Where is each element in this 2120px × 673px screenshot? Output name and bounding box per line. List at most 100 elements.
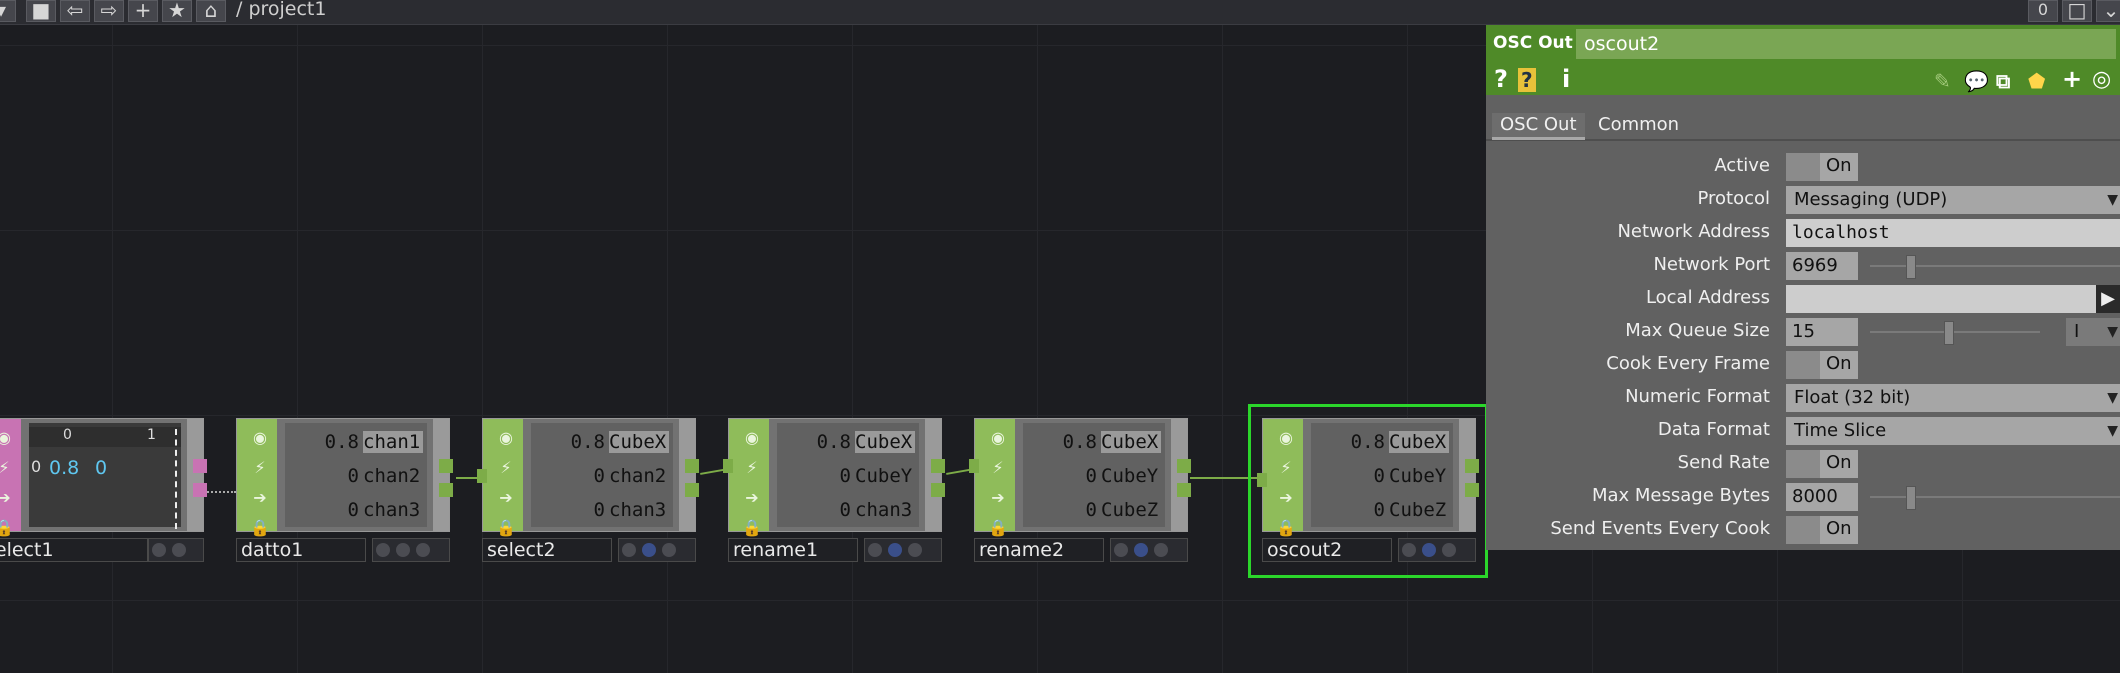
- add-icon[interactable]: +: [2062, 65, 2082, 93]
- viewer-icon[interactable]: ◉: [0, 427, 15, 449]
- clone-icon[interactable]: ⧉: [1996, 69, 2010, 93]
- node-rename1[interactable]: ◉ ⚡ ➔ 🔒 0.8 CubeX 0 CubeY 0 chan3 rename1: [723, 418, 945, 564]
- flag-icon[interactable]: [152, 543, 166, 557]
- node-name-label[interactable]: select2: [482, 538, 612, 562]
- pencil-icon[interactable]: ✎: [1934, 69, 1951, 93]
- output-port[interactable]: [685, 459, 699, 473]
- node-body[interactable]: ◉ ⚡ ➔ 🔒 0 1 0 0.8 0: [0, 418, 207, 537]
- protocol-menu[interactable]: Messaging (UDP) ▼: [1786, 186, 2120, 214]
- flag-icon[interactable]: [622, 543, 636, 557]
- send-rate-toggle[interactable]: On: [1786, 450, 1858, 478]
- forward-arrow-icon[interactable]: ⇨: [94, 0, 124, 22]
- node-rename2[interactable]: ◉ ⚡ ➔ 🔒 0.8 CubeX 0 CubeY 0 CubeZ rename2: [969, 418, 1191, 564]
- network-port-slider[interactable]: [1870, 255, 2120, 279]
- home-icon[interactable]: ⌂: [196, 0, 226, 22]
- input-port[interactable]: [723, 459, 733, 473]
- input-port[interactable]: [969, 459, 979, 473]
- lock-icon[interactable]: 🔒: [249, 517, 271, 539]
- target-icon[interactable]: ◎: [2092, 67, 2111, 92]
- back-arrow-icon[interactable]: ⇦: [60, 0, 90, 22]
- node-body[interactable]: ◉ ⚡ ➔ 🔒 0.8 CubeX 0 CubeY 0 chan3: [723, 418, 945, 537]
- max-message-bytes-slider[interactable]: [1870, 486, 2120, 510]
- data-format-menu[interactable]: Time Slice ▼: [1786, 417, 2120, 445]
- lock-icon[interactable]: 🔒: [495, 517, 517, 539]
- bypass-icon[interactable]: ⚡: [495, 457, 517, 479]
- collapse-icon[interactable]: ⌄: [2096, 0, 2120, 22]
- flag-icon[interactable]: [908, 543, 922, 557]
- network-address-field[interactable]: localhost: [1786, 219, 2120, 247]
- comment-icon[interactable]: 💬: [1964, 69, 1989, 93]
- max-queue-size-slider[interactable]: [1870, 321, 2040, 345]
- bypass-icon[interactable]: ⚡: [987, 457, 1009, 479]
- viewer-icon[interactable]: ◉: [249, 427, 271, 449]
- send-events-every-cook-toggle[interactable]: On: [1786, 516, 1858, 544]
- arrow-icon[interactable]: ➔: [249, 487, 271, 509]
- output-port[interactable]: [685, 483, 699, 497]
- arrow-icon[interactable]: ➔: [0, 487, 15, 509]
- max-message-bytes-field[interactable]: 8000: [1786, 483, 1858, 511]
- python-help-icon[interactable]: ?: [1518, 68, 1536, 92]
- node-body[interactable]: ◉ ⚡ ➔ 🔒 0.8 CubeX 0 chan2 0 chan3: [477, 418, 699, 537]
- python-icon[interactable]: ⬟: [2028, 69, 2045, 93]
- arrow-icon[interactable]: ➔: [987, 487, 1009, 509]
- output-port[interactable]: [193, 483, 207, 497]
- output-port[interactable]: [1177, 459, 1191, 473]
- operator-name-field[interactable]: oscout2: [1576, 29, 2116, 59]
- network-path[interactable]: / project1: [236, 0, 326, 19]
- output-port[interactable]: [439, 483, 453, 497]
- output-port[interactable]: [439, 459, 453, 473]
- node-select1[interactable]: ◉ ⚡ ➔ 🔒 0 1 0 0.8 0 select1: [0, 418, 207, 564]
- node-name-label[interactable]: rename2: [974, 538, 1104, 562]
- output-port[interactable]: [193, 459, 207, 473]
- active-toggle[interactable]: On: [1786, 153, 1858, 181]
- flag-icon[interactable]: [868, 543, 882, 557]
- network-port-field[interactable]: 6969: [1786, 252, 1858, 280]
- node-name-label[interactable]: rename1: [728, 538, 858, 562]
- max-queue-size-field[interactable]: 15: [1786, 318, 1858, 346]
- node-name-label[interactable]: datto1: [236, 538, 366, 562]
- flag-icon[interactable]: [1154, 543, 1168, 557]
- node-name-label[interactable]: select1: [0, 538, 148, 562]
- maximize-icon[interactable]: □: [2062, 0, 2092, 22]
- cook-every-frame-toggle[interactable]: On: [1786, 351, 1858, 379]
- play-arrow-icon[interactable]: ▶: [2096, 285, 2120, 313]
- bypass-icon[interactable]: ⚡: [0, 457, 15, 479]
- stop-icon[interactable]: ■: [26, 0, 56, 22]
- add-icon[interactable]: +: [128, 0, 158, 22]
- node-body[interactable]: ◉ ⚡ ➔ 🔒 0.8 chan1 0 chan2 0 chan3: [236, 418, 453, 537]
- tab-osc-out[interactable]: OSC Out: [1492, 113, 1585, 140]
- arrow-icon[interactable]: ➔: [741, 487, 763, 509]
- input-port[interactable]: [477, 469, 487, 483]
- help-icon[interactable]: ?: [1494, 65, 1508, 93]
- node-datto1[interactable]: ◉ ⚡ ➔ 🔒 0.8 chan1 0 chan2 0 chan3 datto1: [236, 418, 453, 564]
- output-port[interactable]: [1177, 483, 1191, 497]
- flag-icon[interactable]: [662, 543, 676, 557]
- info-icon[interactable]: i: [1562, 65, 1570, 93]
- flag-icon[interactable]: [888, 543, 902, 557]
- lock-icon[interactable]: 🔒: [0, 517, 15, 539]
- flag-icon[interactable]: [396, 543, 410, 557]
- flag-icon[interactable]: [1114, 543, 1128, 557]
- numeric-format-menu[interactable]: Float (32 bit) ▼: [1786, 384, 2120, 412]
- viewer-icon[interactable]: ◉: [987, 427, 1009, 449]
- node-body[interactable]: ◉ ⚡ ➔ 🔒 0.8 CubeX 0 CubeY 0 CubeZ: [969, 418, 1191, 537]
- flag-icon[interactable]: [376, 543, 390, 557]
- output-port[interactable]: [931, 459, 945, 473]
- bypass-icon[interactable]: ⚡: [249, 457, 271, 479]
- bypass-icon[interactable]: ⚡: [741, 457, 763, 479]
- flag-icon[interactable]: [1134, 543, 1148, 557]
- tab-common[interactable]: Common: [1590, 113, 1687, 137]
- viewer-icon[interactable]: ◉: [741, 427, 763, 449]
- flag-icon[interactable]: [642, 543, 656, 557]
- flag-icon[interactable]: [172, 543, 186, 557]
- output-port[interactable]: [931, 483, 945, 497]
- viewer-icon[interactable]: ◉: [495, 427, 517, 449]
- lock-icon[interactable]: 🔒: [741, 517, 763, 539]
- dropdown-icon[interactable]: ▾: [0, 0, 16, 22]
- max-queue-mode-menu[interactable]: I ▼: [2066, 318, 2120, 346]
- flag-icon[interactable]: [416, 543, 430, 557]
- arrow-icon[interactable]: ➔: [495, 487, 517, 509]
- star-icon[interactable]: ★: [162, 0, 192, 22]
- local-address-field[interactable]: [1786, 285, 2120, 313]
- lock-icon[interactable]: 🔒: [987, 517, 1009, 539]
